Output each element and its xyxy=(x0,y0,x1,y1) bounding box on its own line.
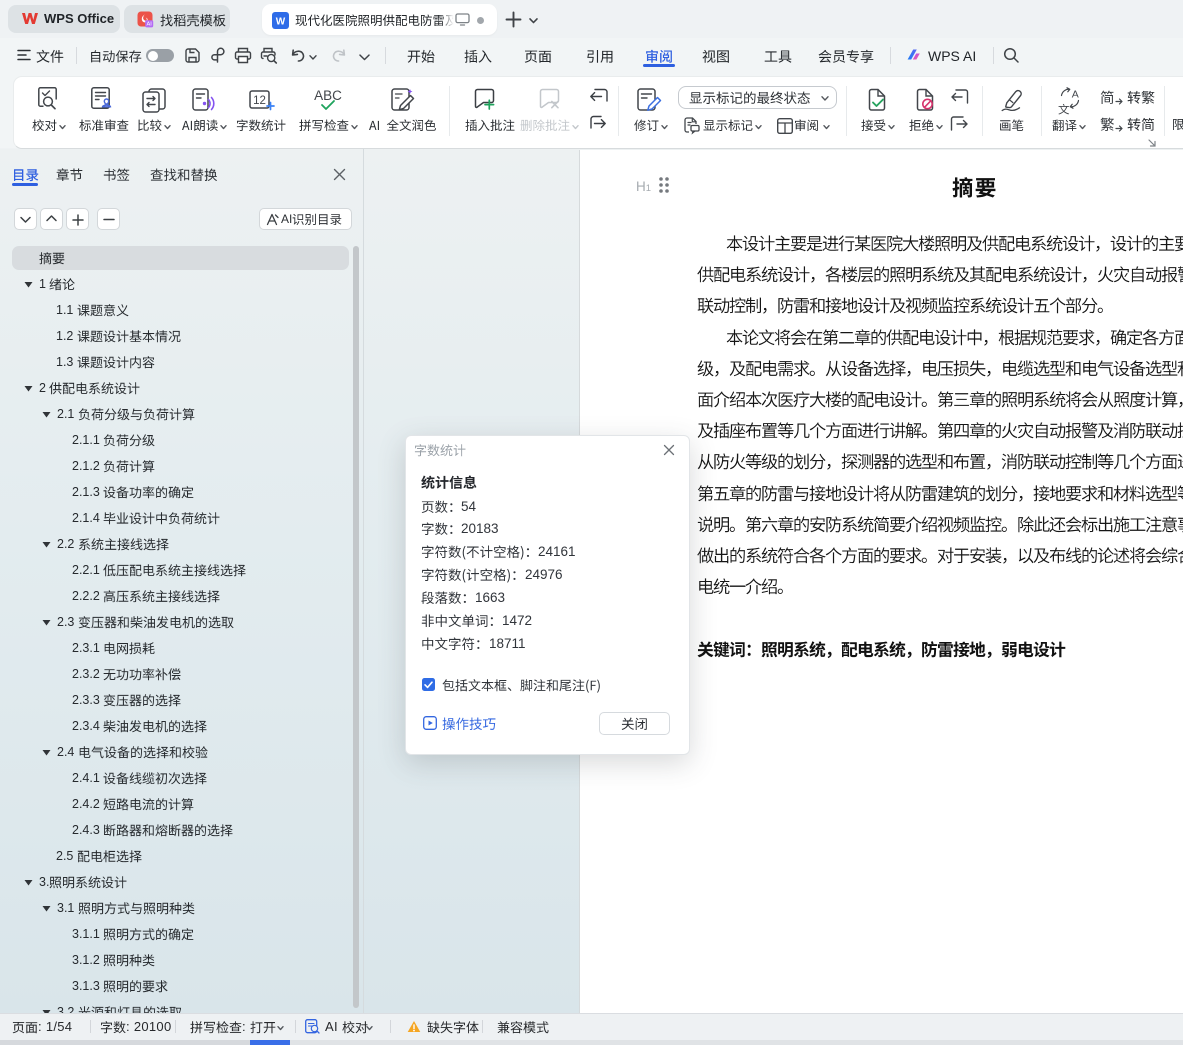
svg-text:W: W xyxy=(276,16,286,27)
svg-text:12: 12 xyxy=(253,95,266,107)
svg-text:AI: AI xyxy=(147,22,153,28)
svg-text:ABC: ABC xyxy=(314,88,342,103)
svg-text:A: A xyxy=(1072,89,1079,101)
